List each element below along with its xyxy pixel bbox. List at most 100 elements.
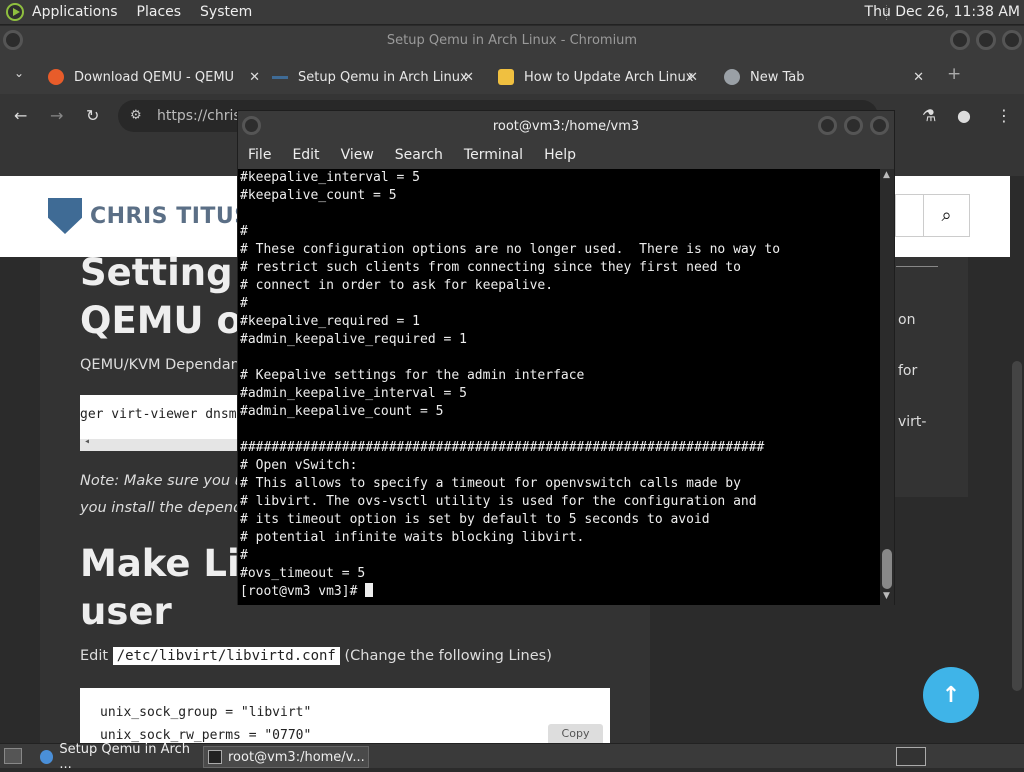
menu-file[interactable]: File bbox=[248, 147, 271, 163]
page-scrollbar[interactable] bbox=[1010, 176, 1024, 743]
labs-flask-icon[interactable]: ⚗ bbox=[922, 106, 936, 125]
terminal-window: root@vm3:/home/vm3 File Edit View Search… bbox=[237, 110, 895, 605]
terminal-output[interactable]: #keepalive_interval = 5 #keepalive_count … bbox=[238, 169, 880, 605]
scroll-up-arrow-icon[interactable]: ▲ bbox=[883, 170, 890, 180]
site-logo[interactable]: CHRIS TITUS bbox=[48, 198, 251, 234]
tab-label: Download QEMU - QEMU bbox=[74, 69, 235, 85]
edit-prefix: Edit bbox=[80, 648, 109, 664]
terminal-scrollbar-thumb[interactable] bbox=[882, 549, 892, 589]
code-block: ger virt-viewer dnsm bbox=[80, 395, 250, 451]
tab-download-qemu[interactable]: Download QEMU - QEMU ✕ bbox=[48, 60, 260, 94]
terminal-maximize-button[interactable] bbox=[844, 116, 863, 135]
menu-search[interactable]: Search bbox=[395, 147, 443, 163]
tab-setup-qemu[interactable]: Setup Qemu in Arch Linux ✕ bbox=[272, 60, 474, 94]
terminal-line: # bbox=[240, 548, 248, 563]
menu-help[interactable]: Help bbox=[544, 147, 576, 163]
panel-menu: Applications Places System bbox=[0, 3, 271, 21]
terminal-close-button[interactable] bbox=[870, 116, 889, 135]
url-text: https://christ bbox=[157, 108, 247, 124]
top-panel: Applications Places System Thu Dec 26, 1… bbox=[0, 0, 1024, 25]
sidebar-divider bbox=[896, 266, 938, 267]
terminal-cursor bbox=[365, 583, 374, 597]
tab-close-icon[interactable]: ✕ bbox=[913, 70, 924, 85]
terminal-line: ########################################… bbox=[240, 440, 765, 455]
terminal-line: # restrict such clients from connecting … bbox=[240, 260, 741, 275]
taskbar-terminal[interactable]: root@vm3:/home/v... bbox=[203, 746, 369, 768]
menu-terminal[interactable]: Terminal bbox=[464, 147, 523, 163]
applications-menu[interactable]: Applications bbox=[32, 4, 118, 20]
new-tab-plus-icon[interactable]: + bbox=[947, 64, 961, 84]
note-line: Note: Make sure you u bbox=[80, 473, 244, 489]
taskbar-chromium[interactable]: Setup Qemu in Arch ... bbox=[36, 742, 200, 772]
tab-close-icon[interactable]: ✕ bbox=[687, 70, 698, 85]
chromium-icon bbox=[40, 750, 54, 764]
scroll-down-arrow-icon[interactable]: ▼ bbox=[883, 591, 890, 601]
search-icon[interactable]: ⌕ bbox=[923, 195, 969, 236]
terminal-line: #keepalive_count = 5 bbox=[240, 188, 397, 203]
sidebar-text[interactable]: on bbox=[898, 312, 915, 328]
site-settings-icon[interactable]: ⚙ bbox=[130, 100, 142, 132]
browser-window-title: Setup Qemu in Arch Linux - Chromium bbox=[386, 32, 638, 48]
forward-arrow-icon[interactable]: → bbox=[50, 106, 63, 125]
terminal-line: # These configuration options are no lon… bbox=[240, 242, 781, 257]
terminal-prompt-line[interactable]: [root@vm3 vm3]# bbox=[238, 583, 880, 601]
menu-edit[interactable]: Edit bbox=[292, 147, 319, 163]
terminal-scrollbar[interactable]: ▲ ▼ bbox=[880, 169, 894, 605]
workspace-switcher[interactable] bbox=[896, 747, 926, 766]
system-menu[interactable]: System bbox=[200, 4, 252, 20]
close-button[interactable] bbox=[1002, 30, 1022, 50]
clock[interactable]: Thu Dec 26, 11:38 AM bbox=[865, 4, 1020, 20]
terminal-minimize-button[interactable] bbox=[818, 116, 837, 135]
back-arrow-icon[interactable]: ← bbox=[14, 106, 27, 125]
profile-avatar-icon[interactable]: ● bbox=[957, 106, 971, 125]
bottom-taskbar: Setup Qemu in Arch ... root@vm3:/home/v.… bbox=[0, 742, 1024, 772]
tab-search-chevron-icon[interactable]: ⌄ bbox=[14, 66, 24, 80]
code-scrollbar[interactable] bbox=[80, 436, 250, 451]
globe-icon bbox=[724, 69, 740, 85]
code-text: ger virt-viewer dnsm bbox=[80, 407, 237, 422]
window-menu-button[interactable] bbox=[3, 30, 23, 50]
note-line: you install the depende bbox=[80, 500, 252, 516]
kebab-menu-icon[interactable]: ⋮ bbox=[996, 106, 1012, 125]
tab-close-icon[interactable]: ✕ bbox=[249, 70, 260, 85]
task-label: root@vm3:/home/v... bbox=[228, 749, 365, 765]
page-scrollbar-thumb[interactable] bbox=[1012, 361, 1022, 691]
terminal-titlebar: root@vm3:/home/vm3 bbox=[238, 111, 894, 141]
terminal-line: # libvirt. The ovs-vsctl utility is used… bbox=[240, 494, 757, 509]
terminal-line: # Open vSwitch: bbox=[240, 458, 358, 473]
terminal-window-menu-button[interactable] bbox=[242, 116, 261, 135]
sidebar-text[interactable]: virt- bbox=[898, 414, 926, 430]
dependencies-text: QEMU/KVM Dependanc bbox=[80, 357, 248, 373]
places-menu[interactable]: Places bbox=[137, 4, 182, 20]
tab-update-arch[interactable]: How to Update Arch Linux ✕ bbox=[498, 60, 698, 94]
config-code-block: unix_sock_group = "libvirt" unix_sock_rw… bbox=[80, 688, 610, 743]
site-favicon-icon bbox=[272, 75, 288, 79]
terminal-line: #admin_keepalive_interval = 5 bbox=[240, 386, 467, 401]
logo-text: CHRIS TITUS bbox=[90, 203, 251, 229]
terminal-line: # its timeout option is set by default t… bbox=[240, 512, 710, 527]
edit-suffix: (Change the following Lines) bbox=[344, 648, 552, 664]
minimize-button[interactable] bbox=[950, 30, 970, 50]
terminal-line: #ovs_timeout = 5 bbox=[240, 566, 366, 581]
menu-view[interactable]: View bbox=[341, 147, 374, 163]
maximize-button[interactable] bbox=[976, 30, 996, 50]
terminal-prompt: [root@vm3 vm3]# bbox=[240, 584, 366, 599]
terminal-line: # bbox=[240, 296, 248, 311]
copy-button[interactable]: Copy bbox=[548, 724, 603, 743]
distro-logo-icon[interactable] bbox=[6, 3, 24, 21]
sidebar-text[interactable]: for bbox=[898, 363, 917, 379]
site-search-box[interactable]: ⌕ bbox=[895, 194, 970, 237]
qemu-favicon-icon bbox=[48, 69, 64, 85]
reload-icon[interactable]: ↻ bbox=[86, 106, 99, 125]
terminal-title: root@vm3:/home/vm3 bbox=[492, 118, 640, 134]
show-desktop-icon[interactable] bbox=[4, 748, 22, 764]
tab-new-tab[interactable]: New Tab ✕ bbox=[724, 60, 924, 94]
tab-close-icon[interactable]: ✕ bbox=[463, 70, 474, 85]
tab-label: How to Update Arch Linux bbox=[524, 69, 694, 85]
tab-strip: ⌄ Download QEMU - QEMU ✕ Setup Qemu in A… bbox=[0, 54, 1024, 94]
shield-logo-icon bbox=[48, 198, 82, 234]
scroll-to-top-button[interactable]: ↑ bbox=[923, 667, 979, 723]
